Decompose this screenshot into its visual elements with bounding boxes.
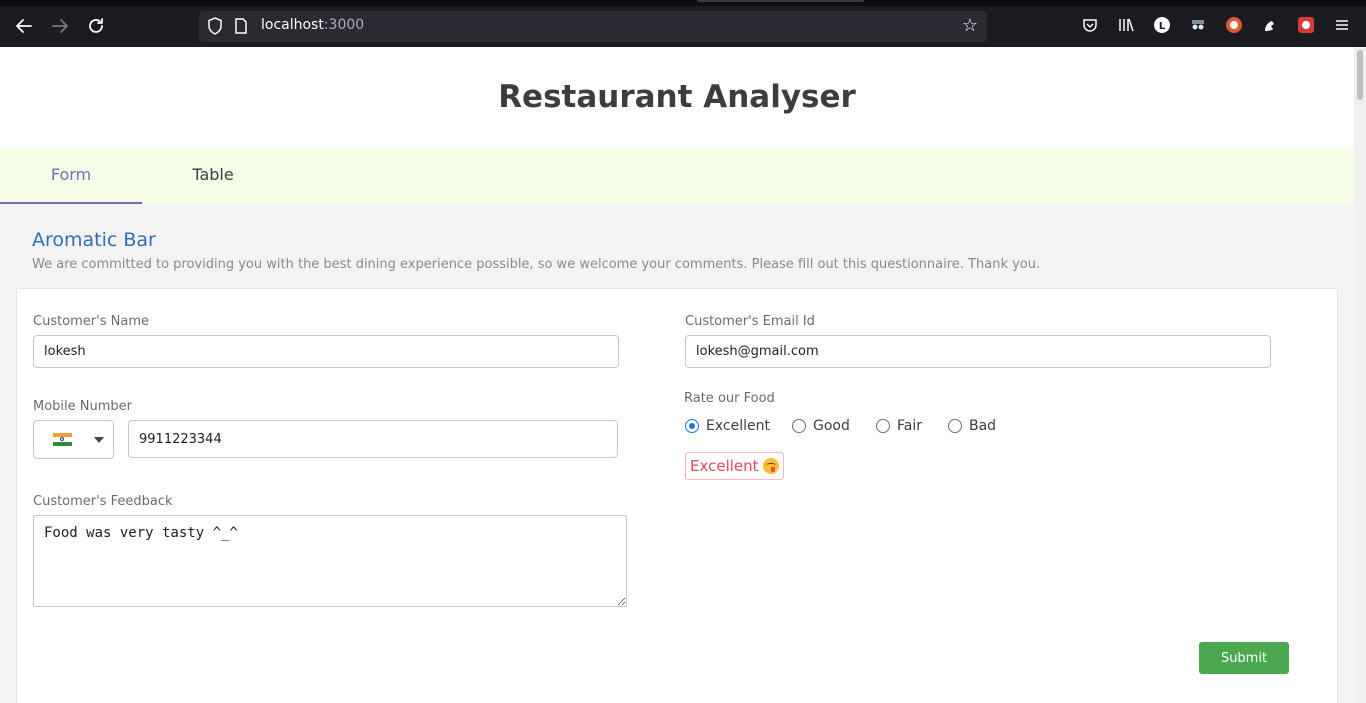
radio-circle[interactable] [792,419,806,433]
menu-icon[interactable] [1333,16,1351,34]
browser-tab[interactable] [697,0,864,2]
library-icon[interactable] [1117,16,1135,34]
tab-table[interactable]: Table [142,148,284,204]
page-icon [234,17,248,35]
radio-label: Good [813,418,850,434]
radio-circle[interactable] [685,419,699,433]
url-bar[interactable]: localhost:3000 ☆ [199,11,987,42]
tab-form[interactable]: Form [0,148,142,204]
url-text[interactable]: localhost:3000 [261,17,364,33]
feedback-textarea[interactable]: Food was very tasty ^_^ [33,515,627,607]
feedback-card: Customer's Name Customer's Email Id Mobi… [16,288,1338,703]
chevron-down-icon [94,437,104,443]
radio-fair[interactable]: Fair [876,416,922,436]
name-label: Customer's Name [33,314,149,329]
back-icon[interactable] [12,14,36,38]
rating-tag: Excellent [685,452,784,480]
url-host: localhost [261,17,324,33]
radio-circle[interactable] [876,419,890,433]
page-scrollbar[interactable] [1354,47,1366,703]
tab-bar: Form Table [0,148,1354,204]
pocket-icon[interactable] [1081,16,1099,34]
radio-label: Fair [897,418,922,434]
radio-good[interactable]: Good [792,416,850,436]
extension-red-icon[interactable] [1297,16,1315,34]
radio-label: Excellent [706,418,770,434]
email-input[interactable] [685,335,1271,368]
mobile-label: Mobile Number [33,399,132,414]
page: Restaurant Analyser Form Table Aromatic … [0,47,1354,703]
restaurant-name: Aromatic Bar [32,229,156,251]
name-input[interactable] [33,335,619,368]
intro-text: We are committed to providing you with t… [32,257,1041,272]
app-title: Restaurant Analyser [498,79,856,115]
scrollbar-thumb[interactable] [1357,50,1363,100]
duckduckgo-icon[interactable] [1225,16,1243,34]
url-port: :3000 [323,17,365,33]
reload-icon[interactable] [84,14,108,38]
radio-bad[interactable]: Bad [948,416,996,436]
radio-excellent[interactable]: Excellent [685,416,770,436]
account-icon[interactable]: L [1153,16,1171,34]
rate-label: Rate our Food [684,391,775,406]
rating-tag-text: Excellent [690,457,759,475]
form-panel: Aromatic Bar We are committed to providi… [0,204,1354,703]
country-code-select[interactable] [33,420,114,459]
browser-tabstrip [0,0,1366,6]
radio-circle[interactable] [948,419,962,433]
mobile-input[interactable] [128,420,618,458]
feedback-label: Customer's Feedback [33,494,173,509]
bookmark-star-icon[interactable]: ☆ [959,15,981,37]
shield-icon[interactable] [207,16,223,36]
email-label: Customer's Email Id [685,314,815,329]
radio-label: Bad [969,418,997,434]
forward-icon[interactable] [48,14,72,38]
extension-spy-icon[interactable] [1189,16,1207,34]
browser-toolbar: localhost:3000 ☆ L [0,0,1366,47]
yum-face-emoji-icon [762,458,779,474]
extension-gnome-icon[interactable] [1261,16,1279,34]
svg-text:L: L [1159,21,1166,32]
submit-button[interactable]: Submit [1199,642,1289,674]
india-flag-icon [53,433,72,446]
